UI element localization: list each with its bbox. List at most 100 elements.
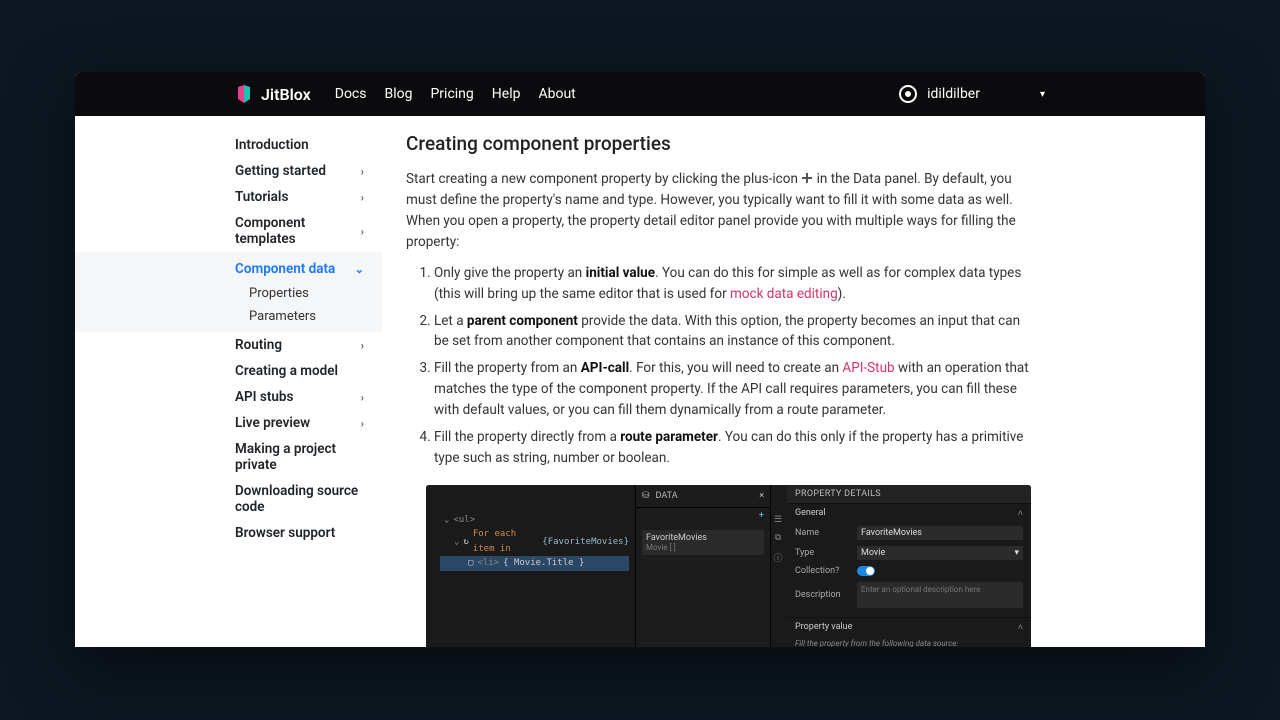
link-api-stub[interactable]: API-Stub (842, 360, 894, 376)
chevron-up-icon: ˄ (1018, 622, 1023, 633)
nav-pricing[interactable]: Pricing (430, 86, 473, 102)
sidebar-item-component-templates[interactable]: Component templates › (235, 210, 382, 252)
data-item: FavoriteMovies Movie [ ] (642, 530, 764, 555)
text: Start creating a new component property … (406, 171, 801, 187)
nav-docs[interactable]: Docs (335, 86, 367, 102)
sidebar-item-component-data[interactable]: Component data ⌄ (235, 256, 382, 282)
data-icon: ⛁ (642, 491, 650, 501)
text: Fill the property directly from a (434, 429, 620, 445)
sidebar-item-browser-support[interactable]: Browser support (235, 520, 382, 546)
text: Let a (434, 313, 467, 329)
data-panel: ⛁ DATA × + FavoriteMovies Movie [ ] (636, 485, 771, 647)
chevron-right-icon: › (361, 165, 364, 178)
chevron-down-icon: ⌄ (355, 263, 364, 276)
text: . For this, you will need to create an (629, 360, 842, 376)
chevron-down-icon: ▾ (1014, 548, 1019, 558)
data-panel-title: DATA (656, 491, 678, 501)
plus-icon (801, 172, 813, 184)
chevron-right-icon: › (361, 339, 364, 352)
avatar-icon (899, 85, 917, 103)
sidebar-item-downloading[interactable]: Downloading source code (235, 478, 382, 520)
sidebar-item-label: Getting started (235, 163, 326, 179)
chevron-right-icon: › (361, 417, 364, 430)
page-title: Creating component properties (406, 132, 1035, 155)
sidebar-item-label: Browser support (235, 525, 335, 541)
editor-screenshot: ‹› ⌄ <ul> ⌄ ↻ For each item in {Favorite… (426, 485, 1031, 647)
text: ). (838, 286, 846, 302)
sidebar-item-making-private[interactable]: Making a project private (235, 436, 382, 478)
step-3: Fill the property from an API-call. For … (434, 358, 1035, 421)
property-value-hint: Fill the property from the following dat… (787, 637, 1031, 647)
logo-icon (235, 85, 253, 103)
step-4: Fill the property directly from a route … (434, 427, 1035, 469)
sidebar-item-label: Creating a model (235, 363, 338, 379)
sidebar-item-label: Downloading source code (235, 483, 370, 515)
sidebar: Introduction Getting started › Tutorials… (75, 116, 382, 647)
text-bold: initial value (586, 265, 655, 281)
content-area: Creating component properties Start crea… (382, 116, 1205, 647)
template-tree-panel: ⌄ <ul> ⌄ ↻ For each item in {FavoriteMov… (426, 485, 636, 647)
label-name: Name (795, 528, 857, 538)
sidebar-item-routing[interactable]: Routing › (235, 332, 382, 358)
close-icon: × (759, 491, 764, 501)
property-details-panel: ☰ ⧉ ⓘ PROPERTY DETAILS General ˄ NameFavo… (771, 485, 1031, 647)
section-property-value: Property value (795, 622, 852, 632)
sidebar-item-label: Component data (235, 261, 335, 277)
sidebar-item-label: API stubs (235, 389, 293, 405)
sidebar-item-label: Making a project private (235, 441, 370, 473)
brand-name: JitBlox (261, 85, 311, 104)
step-1: Only give the property an initial value.… (434, 263, 1035, 305)
sidebar-subitem-parameters[interactable]: Parameters (235, 305, 382, 328)
list-icon: ☰ (774, 515, 782, 525)
label-collection: Collection? (795, 566, 857, 576)
sidebar-item-creating-model[interactable]: Creating a model (235, 358, 382, 384)
sidebar-item-getting-started[interactable]: Getting started › (235, 158, 382, 184)
for-each-keyword: For each item in (473, 527, 538, 556)
sidebar-item-introduction[interactable]: Introduction (235, 132, 382, 158)
nav-about[interactable]: About (538, 86, 575, 102)
sidebar-subitem-properties[interactable]: Properties (235, 282, 382, 305)
app-window: JitBlox Docs Blog Pricing Help About idi… (75, 72, 1205, 647)
li-tag: <li> (477, 556, 499, 570)
link-mock-data-editing[interactable]: mock data editing (730, 286, 838, 302)
section-general: General (795, 508, 826, 518)
chevron-up-icon: ˄ (1018, 508, 1023, 519)
toggle-collection (857, 566, 875, 576)
text-bold: parent component (467, 313, 578, 329)
description-field (857, 582, 1023, 608)
text: Only give the property an (434, 265, 586, 281)
binding-expr: { Movie.Title } (503, 556, 584, 570)
chevron-right-icon: › (361, 191, 364, 204)
sidebar-item-live-preview[interactable]: Live preview › (235, 410, 382, 436)
nav-help[interactable]: Help (492, 86, 521, 102)
steps-list: Only give the property an initial value.… (406, 263, 1035, 469)
label-type: Type (795, 548, 857, 558)
user-menu[interactable]: idildilber ▾ (899, 85, 1045, 103)
text: Fill the property from an (434, 360, 581, 376)
info-icon: ⓘ (773, 551, 782, 564)
value-name: FavoriteMovies (857, 526, 1023, 540)
chevron-down-icon: ▾ (1040, 89, 1045, 100)
copy-icon: ⧉ (775, 533, 781, 543)
sidebar-item-api-stubs[interactable]: API stubs › (235, 384, 382, 410)
sidebar-item-label: Component templates (235, 215, 361, 247)
binding-name: {FavoriteMovies} (542, 535, 629, 549)
plus-icon: + (759, 511, 764, 521)
label-description: Description (795, 590, 857, 600)
ul-tag: <ul> (453, 513, 475, 527)
data-item-type: Movie [ ] (646, 543, 760, 552)
value-type: Movie (861, 548, 885, 558)
top-nav: JitBlox Docs Blog Pricing Help About idi… (75, 72, 1205, 116)
nav-blog[interactable]: Blog (384, 86, 412, 102)
panel-title: PROPERTY DETAILS (787, 485, 1031, 503)
text-bold: API-call (581, 360, 629, 376)
sidebar-group-component-data: Component data ⌄ Properties Parameters (75, 252, 382, 332)
sidebar-item-label: Routing (235, 337, 282, 353)
user-name: idildilber (927, 86, 980, 102)
chevron-right-icon: › (361, 225, 364, 238)
brand[interactable]: JitBlox (235, 85, 311, 104)
nav-links: Docs Blog Pricing Help About (335, 86, 576, 102)
sidebar-item-label: Tutorials (235, 189, 288, 205)
sidebar-item-tutorials[interactable]: Tutorials › (235, 184, 382, 210)
text-bold: route parameter (620, 429, 718, 445)
